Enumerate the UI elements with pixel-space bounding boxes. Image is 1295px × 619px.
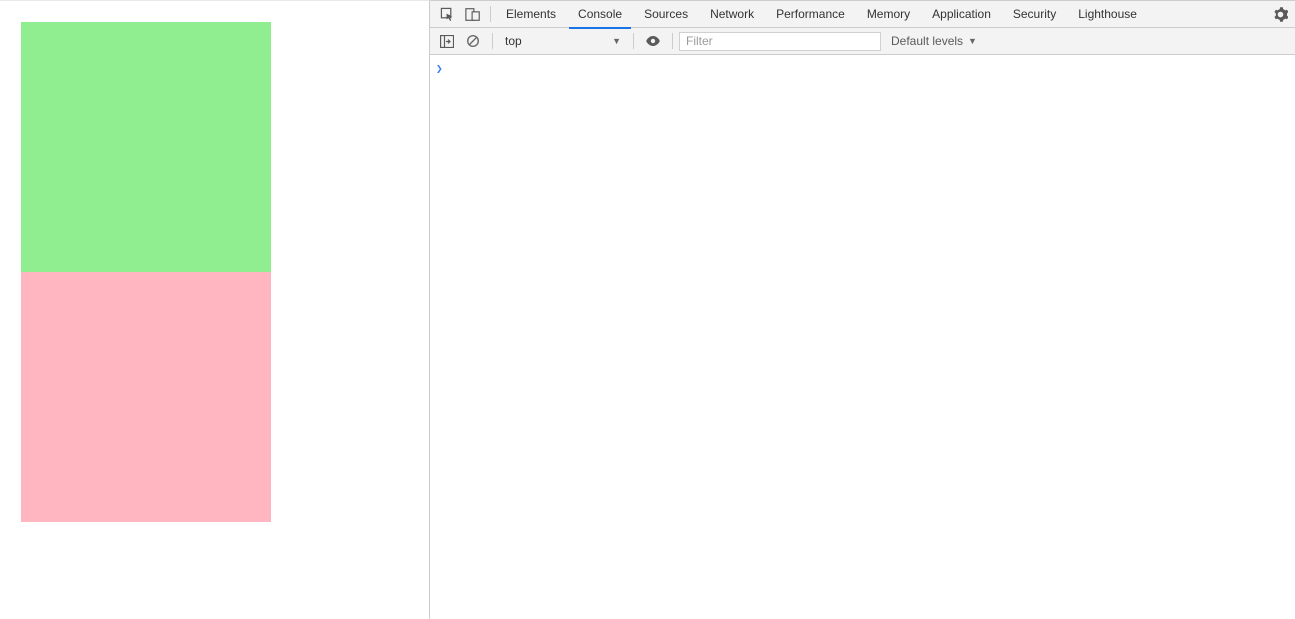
green-box <box>21 22 271 272</box>
tab-label: Application <box>932 7 991 21</box>
clear-console-icon[interactable] <box>460 28 486 54</box>
settings-gear-icon[interactable] <box>1267 1 1293 27</box>
tab-elements[interactable]: Elements <box>495 1 567 28</box>
toolbar-separator <box>492 33 493 49</box>
console-toolbar: top ▼ Default levels ▼ <box>430 28 1295 55</box>
tab-label: Memory <box>867 7 910 21</box>
context-label: top <box>505 34 522 48</box>
tab-label: Sources <box>644 7 688 21</box>
tab-label: Lighthouse <box>1078 7 1137 21</box>
tab-label: Performance <box>776 7 845 21</box>
tab-console[interactable]: Console <box>567 1 633 28</box>
tab-security[interactable]: Security <box>1002 1 1067 28</box>
dropdown-triangle-icon: ▼ <box>968 36 977 46</box>
live-expression-eye-icon[interactable] <box>640 28 666 54</box>
tab-label: Network <box>710 7 754 21</box>
console-sidebar-toggle-icon[interactable] <box>434 28 460 54</box>
tab-label: Security <box>1013 7 1056 21</box>
dropdown-triangle-icon: ▼ <box>612 36 621 46</box>
page-viewport <box>0 0 430 619</box>
console-filter-input[interactable] <box>679 32 881 51</box>
log-levels-dropdown[interactable]: Default levels ▼ <box>891 34 977 48</box>
app-root: Elements Console Sources Network Perform… <box>0 0 1295 619</box>
console-prompt[interactable]: ❯ <box>436 59 1289 77</box>
tab-label: Elements <box>506 7 556 21</box>
tab-separator <box>490 6 491 22</box>
tab-label: Console <box>578 7 622 21</box>
tab-network[interactable]: Network <box>699 1 765 28</box>
toolbar-separator <box>633 33 634 49</box>
devtools-panel: Elements Console Sources Network Perform… <box>430 0 1295 619</box>
tab-lighthouse[interactable]: Lighthouse <box>1067 1 1148 28</box>
levels-label: Default levels <box>891 34 963 48</box>
prompt-caret-icon: ❯ <box>436 62 443 75</box>
toggle-device-toolbar-icon[interactable] <box>460 1 486 27</box>
pink-box <box>21 272 271 522</box>
tab-memory[interactable]: Memory <box>856 1 921 28</box>
tab-sources[interactable]: Sources <box>633 1 699 28</box>
tab-performance[interactable]: Performance <box>765 1 856 28</box>
toolbar-separator <box>672 33 673 49</box>
console-output[interactable]: ❯ <box>430 55 1295 619</box>
devtools-tabbar: Elements Console Sources Network Perform… <box>430 1 1295 28</box>
inspect-element-icon[interactable] <box>434 1 460 27</box>
execution-context-selector[interactable]: top ▼ <box>499 31 627 51</box>
tab-application[interactable]: Application <box>921 1 1002 28</box>
